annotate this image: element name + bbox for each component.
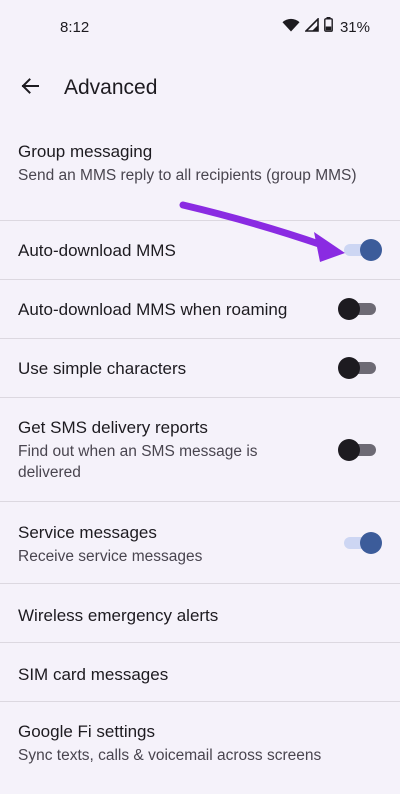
settings-list: Group messaging Send an MMS reply to all… bbox=[0, 127, 400, 782]
arrow-back-icon bbox=[20, 76, 40, 101]
toggle-thumb bbox=[338, 357, 360, 379]
setting-sim-card-messages[interactable]: SIM card messages bbox=[0, 643, 400, 702]
toggle-thumb bbox=[360, 239, 382, 261]
back-button[interactable] bbox=[14, 72, 46, 104]
auto-download-mms-toggle[interactable] bbox=[342, 239, 382, 261]
status-icons: 31% bbox=[282, 16, 370, 37]
setting-subtitle: Receive service messages bbox=[18, 548, 203, 565]
sms-delivery-reports-toggle[interactable] bbox=[338, 439, 378, 461]
setting-title: Use simple characters bbox=[18, 359, 187, 378]
setting-title: SIM card messages bbox=[18, 665, 169, 684]
simple-characters-toggle[interactable] bbox=[338, 357, 378, 379]
toggle-thumb bbox=[338, 298, 360, 320]
setting-sms-delivery-reports[interactable]: Get SMS delivery reports Find out when a… bbox=[0, 398, 400, 502]
wifi-icon bbox=[282, 18, 300, 37]
setting-subtitle: Find out when an SMS message is delivere… bbox=[18, 443, 258, 481]
battery-percentage: 31% bbox=[339, 18, 370, 36]
status-bar: 8:12 31% bbox=[0, 0, 400, 56]
setting-wireless-emergency-alerts[interactable]: Wireless emergency alerts bbox=[0, 584, 400, 643]
setting-google-fi[interactable]: Google Fi settings Sync texts, calls & v… bbox=[0, 702, 400, 782]
setting-subtitle: Sync texts, calls & voicemail across scr… bbox=[18, 747, 322, 764]
setting-title: Service messages bbox=[18, 523, 157, 542]
setting-auto-download-mms[interactable]: Auto-download MMS bbox=[0, 221, 400, 280]
service-messages-toggle[interactable] bbox=[342, 532, 382, 554]
toggle-thumb bbox=[338, 439, 360, 461]
status-time: 8:12 bbox=[60, 19, 90, 36]
setting-simple-characters[interactable]: Use simple characters bbox=[0, 339, 400, 398]
page-title: Advanced bbox=[64, 76, 158, 99]
setting-service-messages[interactable]: Service messages Receive service message… bbox=[0, 502, 400, 584]
app-bar: Advanced bbox=[0, 60, 400, 116]
battery-icon bbox=[324, 17, 333, 37]
setting-subtitle: Send an MMS reply to all recipients (gro… bbox=[18, 167, 357, 184]
setting-title: Get SMS delivery reports bbox=[18, 418, 208, 437]
setting-title: Auto-download MMS when roaming bbox=[18, 300, 288, 319]
setting-title: Group messaging bbox=[18, 142, 153, 161]
auto-download-roaming-toggle[interactable] bbox=[338, 298, 378, 320]
setting-title: Wireless emergency alerts bbox=[18, 606, 219, 625]
setting-group-messaging[interactable]: Group messaging Send an MMS reply to all… bbox=[0, 127, 400, 221]
setting-title: Auto-download MMS bbox=[18, 241, 176, 260]
toggle-thumb bbox=[360, 532, 382, 554]
setting-auto-download-mms-roaming[interactable]: Auto-download MMS when roaming bbox=[0, 280, 400, 339]
setting-title: Google Fi settings bbox=[18, 722, 156, 741]
signal-icon bbox=[304, 16, 319, 37]
